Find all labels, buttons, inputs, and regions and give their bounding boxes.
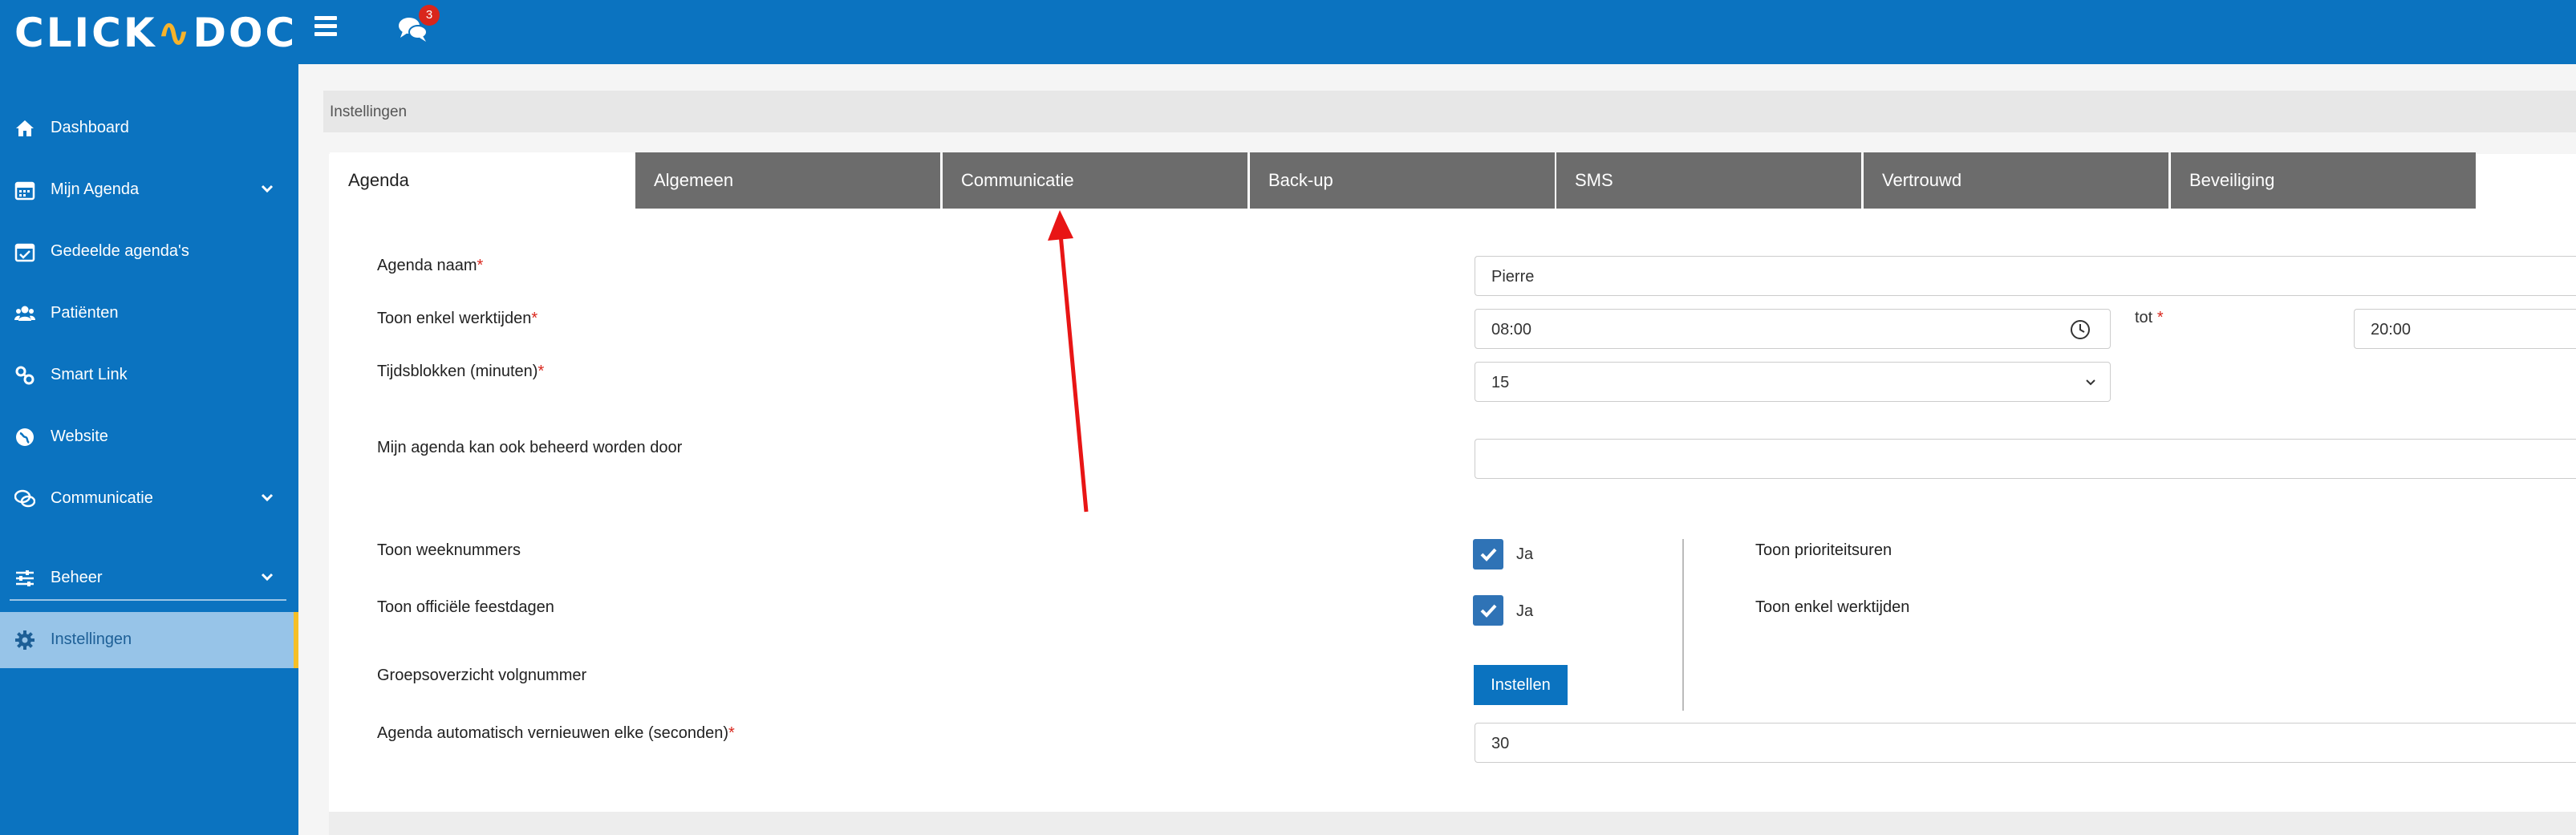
prioriteitsuren-label: Toon prioriteitsuren bbox=[1755, 541, 1892, 559]
tijdsblokken-label: Tijdsblokken (minuten)* bbox=[377, 363, 545, 380]
logo-text-left: CLICK bbox=[14, 10, 157, 56]
notification-badge: 3 bbox=[419, 5, 440, 26]
sidebar: Dashboard Mijn Agenda Gedeelde agenda's … bbox=[0, 64, 298, 835]
active-indicator bbox=[294, 612, 298, 668]
tab-back-up[interactable]: Back-up bbox=[1250, 152, 1555, 209]
beheerd-input[interactable] bbox=[1475, 439, 2576, 479]
weeknummers-ja-label: Ja bbox=[1516, 545, 1534, 563]
checkmark-icon bbox=[1480, 548, 1497, 561]
tab-label: Communicatie bbox=[961, 170, 1074, 190]
vernieuwen-input[interactable]: 30 bbox=[1475, 723, 2576, 763]
sidebar-item-label: Website bbox=[51, 428, 108, 445]
tab-sms[interactable]: SMS bbox=[1556, 152, 1861, 209]
feestdagen-checkbox[interactable] bbox=[1473, 595, 1503, 626]
sidebar-item-mijn-agenda[interactable]: Mijn Agenda bbox=[0, 162, 298, 218]
tab-algemeen[interactable]: Algemeen bbox=[635, 152, 940, 209]
sidebar-item-label: Gedeelde agenda's bbox=[51, 242, 189, 260]
tab-label: Beveiliging bbox=[2189, 170, 2275, 190]
sidebar-item-label: Smart Link bbox=[51, 366, 128, 383]
users-icon bbox=[14, 306, 35, 321]
home-icon bbox=[16, 120, 34, 136]
beheerd-label: Mijn agenda kan ook beheerd worden door bbox=[377, 439, 683, 456]
werktijden-label: Toon enkel werktijden* bbox=[377, 310, 538, 327]
menu-toggle-icon[interactable] bbox=[314, 16, 337, 36]
vernieuwen-label: Agenda automatisch vernieuwen elke (seco… bbox=[377, 724, 735, 742]
breadcrumb: Instellingen bbox=[323, 91, 2576, 132]
sidebar-item-label: Dashboard bbox=[51, 119, 129, 136]
tab-agenda[interactable]: Agenda bbox=[330, 152, 634, 209]
sidebar-item-label: Mijn Agenda bbox=[51, 180, 140, 198]
sidebar-item-patienten[interactable]: Patiënten bbox=[0, 286, 298, 342]
clock-icon[interactable] bbox=[2070, 319, 2091, 340]
calendar-icon bbox=[14, 181, 35, 201]
checkmark-icon bbox=[1480, 604, 1497, 618]
panel-footer-strip bbox=[329, 812, 2576, 835]
logo-wave-icon: ∿ bbox=[156, 10, 193, 56]
chevron-down-icon bbox=[2086, 379, 2095, 386]
groepsoverzicht-label: Groepsoverzicht volgnummer bbox=[377, 667, 587, 684]
sidebar-item-communicatie[interactable]: Communicatie bbox=[0, 471, 298, 527]
column-divider bbox=[1682, 539, 1684, 711]
chevron-down-icon bbox=[261, 184, 274, 193]
weeknummers-label: Toon weeknummers bbox=[377, 541, 521, 559]
tab-label: Vertrouwd bbox=[1882, 170, 1962, 190]
tab-label: Algemeen bbox=[654, 170, 734, 190]
sidebar-item-dashboard[interactable]: Dashboard bbox=[0, 100, 298, 156]
feestdagen-label: Toon officiële feestdagen bbox=[377, 598, 554, 616]
sidebar-item-website[interactable]: Website bbox=[0, 409, 298, 465]
chat-icon bbox=[14, 489, 35, 508]
werktijden-to-input[interactable]: 20:00 bbox=[2354, 309, 2576, 349]
sidebar-item-label: Patiënten bbox=[51, 304, 119, 322]
tot-label: tot * bbox=[2135, 309, 2164, 326]
tab-label: Agenda bbox=[348, 170, 409, 190]
weeknummers-checkbox[interactable] bbox=[1473, 539, 1503, 570]
chevron-down-icon bbox=[261, 573, 274, 582]
clickdoc-logo[interactable]: CLICK∿DOC bbox=[14, 10, 297, 56]
tijdsblokken-select[interactable]: 15 bbox=[1475, 362, 2111, 402]
tab-beveiliging[interactable]: Beveiliging bbox=[2171, 152, 2476, 209]
tab-vertrouwd[interactable]: Vertrouwd bbox=[1864, 152, 2168, 209]
gear-icon bbox=[15, 630, 34, 650]
breadcrumb-text: Instellingen bbox=[330, 103, 408, 120]
calendar-check-icon bbox=[14, 243, 35, 262]
agenda-naam-label: Agenda naam* bbox=[377, 257, 484, 274]
feestdagen-ja-label: Ja bbox=[1516, 602, 1534, 620]
top-bar: CLICK∿DOC 3 bbox=[0, 0, 2576, 64]
sidebar-item-beheer[interactable]: Beheer bbox=[0, 550, 298, 606]
sidebar-item-label: Instellingen bbox=[51, 630, 132, 648]
chevron-down-icon bbox=[261, 493, 274, 502]
logo-text-right: DOC bbox=[193, 10, 298, 56]
sidebar-item-gedeelde-agendas[interactable]: Gedeelde agenda's bbox=[0, 224, 298, 280]
werktijden-from-input[interactable]: 08:00 bbox=[1475, 309, 2111, 349]
sidebar-item-label: Beheer bbox=[51, 569, 103, 586]
tab-label: SMS bbox=[1575, 170, 1613, 190]
globe-icon bbox=[16, 428, 34, 446]
instellen-button[interactable]: Instellen bbox=[1474, 665, 1568, 705]
tab-communicatie[interactable]: Communicatie bbox=[943, 152, 1247, 209]
agenda-naam-input[interactable]: Pierre bbox=[1475, 256, 2576, 296]
link-icon bbox=[15, 366, 34, 385]
sidebar-item-smart-link[interactable]: Smart Link bbox=[0, 347, 298, 403]
sliders-icon bbox=[16, 570, 34, 586]
sidebar-item-label: Communicatie bbox=[51, 489, 153, 507]
tab-label: Back-up bbox=[1268, 170, 1333, 190]
enkel-werktijden-label: Toon enkel werktijden bbox=[1755, 598, 1910, 616]
sidebar-item-instellingen[interactable]: Instellingen bbox=[0, 612, 298, 668]
